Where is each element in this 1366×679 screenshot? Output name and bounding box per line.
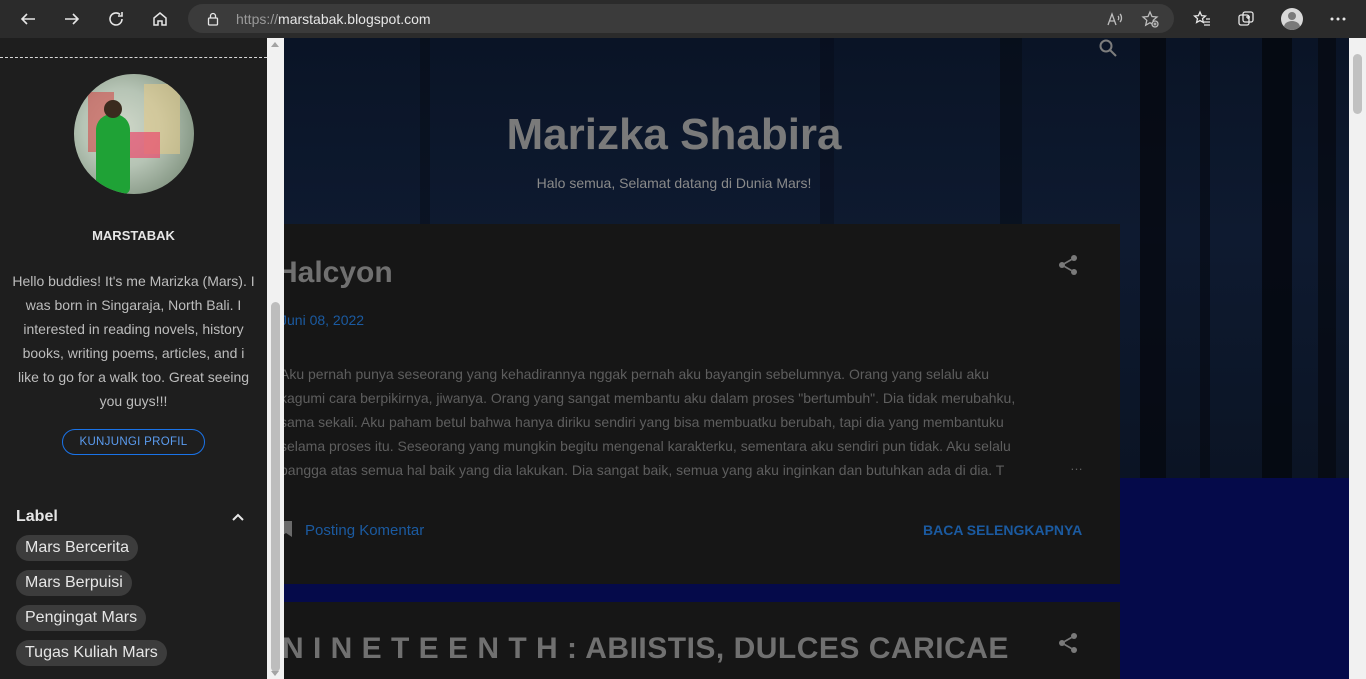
- tree-silhouette: [1140, 38, 1166, 478]
- forward-button[interactable]: [50, 0, 94, 38]
- post-snippet: Aku pernah punya seseorang yang kehadira…: [280, 362, 1050, 482]
- search-icon[interactable]: [1098, 38, 1118, 58]
- snippet-line: kagumi cara berpikirnya, jiwanya. Orang …: [280, 390, 1016, 406]
- address-bar[interactable]: https://marstabak.blogspot.com: [188, 4, 1174, 33]
- profile-bio: Hello buddies! It's me Marizka (Mars). I…: [12, 273, 255, 409]
- scroll-up-arrow-icon[interactable]: [271, 42, 279, 47]
- page-scrollbar-thumb[interactable]: [1353, 54, 1362, 114]
- label-chip[interactable]: Mars Bercerita: [16, 535, 139, 561]
- post-date[interactable]: Juni 08, 2022: [280, 312, 364, 328]
- label-chip[interactable]: Mars Berpuisi: [16, 570, 132, 596]
- post-card: N I N E T E E N T H : ABIISTIS, DULCES C…: [282, 602, 1120, 679]
- sidebar-panel: MARSTABAK Hello buddies! It's me Marizka…: [0, 38, 267, 679]
- home-icon: [153, 12, 167, 26]
- favorites-icon: [1193, 10, 1210, 26]
- home-button[interactable]: [138, 0, 182, 38]
- url-protocol: https://: [236, 10, 279, 27]
- sidebar-divider: [0, 57, 267, 58]
- arrow-left-icon: [20, 13, 35, 25]
- read-more-link[interactable]: BACA SELENGKAPNYA: [923, 522, 1082, 538]
- page-scrollbar[interactable]: [1349, 38, 1366, 679]
- more-menu-button[interactable]: [1316, 0, 1360, 38]
- collections-icon: [1238, 11, 1254, 26]
- snippet-line: Aku pernah punya seseorang yang kehadira…: [280, 366, 990, 382]
- refresh-icon: [109, 12, 123, 26]
- photo-detail: [130, 132, 160, 158]
- collections-button[interactable]: [1224, 0, 1268, 38]
- web-page: Marizka Shabira Halo semua, Selamat data…: [0, 38, 1366, 679]
- share-icon[interactable]: [1057, 632, 1079, 654]
- share-icon[interactable]: [1057, 254, 1079, 276]
- snippet-line: selama proses itu. Seseorang yang mungki…: [280, 438, 1011, 454]
- refresh-button[interactable]: [94, 0, 138, 38]
- snippet-line: bangga atas semua hal baik yang dia laku…: [280, 462, 1005, 478]
- blog-description: Halo semua, Selamat datang di Dunia Mars…: [536, 175, 812, 191]
- favorites-button[interactable]: [1180, 0, 1224, 38]
- add-favorite-icon[interactable]: [1141, 10, 1159, 28]
- blog-title[interactable]: Marizka Shabira: [284, 110, 1064, 160]
- profile-name[interactable]: MARSTABAK: [0, 228, 267, 243]
- arrow-right-icon: [65, 13, 80, 25]
- url-host: marstabak.blogspot.com: [278, 10, 431, 27]
- label-chip[interactable]: Pengingat Mars: [16, 605, 147, 631]
- chevron-up-icon[interactable]: [230, 509, 246, 525]
- snippet-ellipsis: …: [1070, 458, 1083, 473]
- post-comment-link[interactable]: Posting Komentar: [305, 522, 424, 539]
- profile-button[interactable]: [1270, 0, 1314, 38]
- label-chip[interactable]: Tugas Kuliah Mars: [16, 640, 167, 666]
- label-heading: Label: [16, 508, 58, 525]
- more-dots-icon: [1330, 17, 1346, 21]
- post-title[interactable]: N I N E T E E N T H : ABIISTIS, DULCES C…: [282, 632, 1009, 666]
- tree-silhouette: [1318, 38, 1336, 478]
- tree-silhouette: [1200, 38, 1210, 478]
- photo-detail: [96, 114, 130, 194]
- background-panel: [284, 584, 1349, 602]
- url-text: https://marstabak.blogspot.com: [236, 11, 431, 27]
- photo-detail: [104, 100, 122, 118]
- scroll-down-arrow-icon[interactable]: [271, 671, 279, 676]
- browser-toolbar: https://marstabak.blogspot.com: [0, 0, 1366, 38]
- post-card: Halcyon Juni 08, 2022 Aku pernah punya s…: [276, 224, 1120, 584]
- tree-silhouette: [1262, 38, 1292, 478]
- background-panel: [1120, 478, 1349, 679]
- visit-profile-button[interactable]: KUNJUNGI PROFIL: [62, 429, 205, 455]
- back-button[interactable]: [6, 0, 50, 38]
- read-aloud-icon[interactable]: [1106, 10, 1124, 28]
- profile-photo[interactable]: [74, 74, 194, 194]
- post-title[interactable]: Halcyon: [276, 256, 393, 290]
- snippet-line: sama sekali. Aku paham betul bahwa hanya…: [280, 414, 1004, 430]
- lock-icon: [207, 12, 219, 26]
- profile-avatar-icon: [1281, 8, 1303, 30]
- sidebar-scrollbar-thumb[interactable]: [271, 302, 280, 672]
